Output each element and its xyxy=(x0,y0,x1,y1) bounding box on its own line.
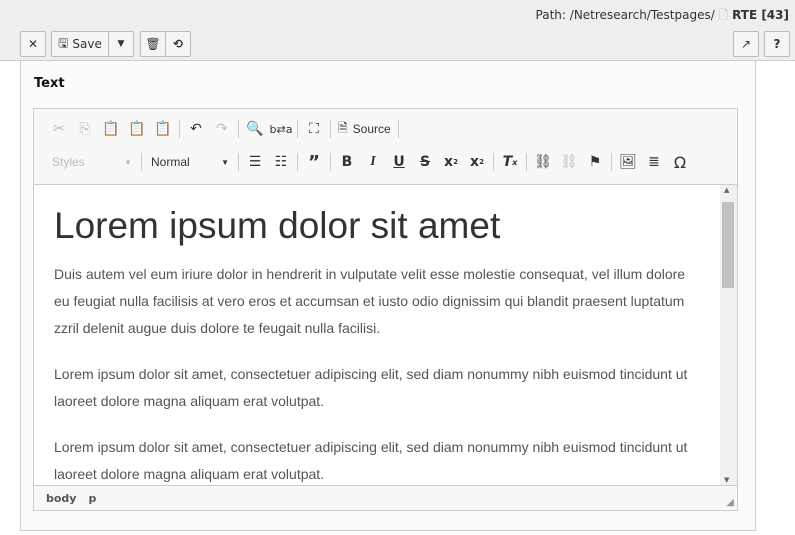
maximize-icon[interactable]: ⛶ xyxy=(301,117,327,141)
paste-text-icon[interactable]: 📋 xyxy=(124,117,150,141)
breadcrumb: Path: /Netresearch/Testpages/ 🗋 RTE [43] xyxy=(535,8,789,22)
page-icon: 🗋 xyxy=(718,8,729,22)
editor-content[interactable]: Lorem ipsum dolor sit amet Duis autem ve… xyxy=(34,184,720,485)
redo-icon[interactable]: ↷ xyxy=(209,117,235,141)
replace-icon[interactable]: b⇄a xyxy=(268,117,294,141)
source-icon: 🗎 xyxy=(338,120,348,135)
anchor-flag-icon[interactable]: ⚑ xyxy=(582,150,608,174)
field-label: Text xyxy=(34,76,65,91)
separator xyxy=(526,153,527,171)
save-dropdown-button[interactable]: ▼ xyxy=(108,31,134,57)
path-item-body[interactable]: body xyxy=(46,492,76,505)
scrollbar[interactable]: ▲ ▼ xyxy=(720,184,737,485)
special-char-icon[interactable]: Ω xyxy=(667,150,693,174)
separator xyxy=(297,153,298,171)
separator xyxy=(493,153,494,171)
separator xyxy=(330,153,331,171)
close-icon: ✕ xyxy=(27,37,39,51)
path-item-p[interactable]: p xyxy=(88,492,96,505)
format-dropdown[interactable]: Normal ▼ xyxy=(145,155,235,169)
rich-text-editor: ✂ ⎘ 📋 📋 📋 ↶ ↷ 🔍 b⇄a ⛶ 🗎 Source Styles ▼ No… xyxy=(33,108,738,511)
elements-path: body p ◢ xyxy=(34,485,737,510)
trash-icon: 🗑 xyxy=(145,37,161,51)
delete-button[interactable]: 🗑 xyxy=(140,31,166,57)
separator xyxy=(611,153,612,171)
content-heading: Lorem ipsum dolor sit amet xyxy=(54,205,501,246)
bulleted-list-icon[interactable]: ☷ xyxy=(268,150,294,174)
unlink-icon[interactable]: ⛓ xyxy=(556,150,582,174)
external-link-icon: ↗ xyxy=(740,37,752,51)
copy-icon[interactable]: ⎘ xyxy=(72,117,98,141)
source-button[interactable]: 🗎 Source xyxy=(334,117,395,141)
undo-icon[interactable]: ↶ xyxy=(183,117,209,141)
separator xyxy=(179,120,180,138)
cut-icon[interactable]: ✂ xyxy=(46,117,72,141)
help-button[interactable]: ? xyxy=(764,31,790,57)
italic-icon[interactable]: I xyxy=(360,150,386,174)
form-panel: Text ✂ ⎘ 📋 📋 📋 ↶ ↷ 🔍 b⇄a ⛶ 🗎 Source Style… xyxy=(20,61,756,531)
caret-down-icon: ▼ xyxy=(117,39,125,49)
scrollbar-thumb[interactable] xyxy=(722,202,734,288)
content-paragraph: Lorem ipsum dolor sit amet, consectetuer… xyxy=(54,439,688,482)
history-button[interactable]: ⟲ xyxy=(165,31,191,57)
scroll-down-icon[interactable]: ▼ xyxy=(724,476,729,484)
horizontal-rule-icon[interactable]: ≣ xyxy=(641,150,667,174)
bold-icon[interactable]: B xyxy=(334,150,360,174)
underline-icon[interactable]: U xyxy=(386,150,412,174)
separator xyxy=(330,120,331,138)
separator xyxy=(238,120,239,138)
content-paragraph: Lorem ipsum dolor sit amet, consectetuer… xyxy=(54,366,688,409)
subscript-icon[interactable]: x2 xyxy=(438,150,464,174)
paste-icon[interactable]: 📋 xyxy=(98,117,124,141)
image-icon[interactable]: 🖼 xyxy=(615,150,641,174)
floppy-icon: 🖫 xyxy=(58,35,69,50)
resize-handle-icon[interactable]: ◢ xyxy=(726,497,734,508)
superscript-icon[interactable]: x2 xyxy=(464,150,490,174)
doc-header: Path: /Netresearch/Testpages/ 🗋 RTE [43]… xyxy=(0,0,795,61)
open-new-window-button[interactable]: ↗ xyxy=(733,31,759,57)
close-button[interactable]: ✕ xyxy=(20,31,46,57)
content-paragraph: Duis autem vel eum iriure dolor in hendr… xyxy=(54,266,686,336)
separator xyxy=(141,153,142,171)
numbered-list-icon[interactable]: ☰ xyxy=(242,150,268,174)
styles-dropdown[interactable]: Styles ▼ xyxy=(46,155,138,169)
separator xyxy=(238,153,239,171)
paste-word-icon[interactable]: 📋 xyxy=(150,117,176,141)
remove-format-icon[interactable]: Tx xyxy=(497,150,523,174)
separator xyxy=(297,120,298,138)
strikethrough-icon[interactable]: S xyxy=(412,150,438,174)
link-icon[interactable]: ⛓ xyxy=(530,150,556,174)
history-icon: ⟲ xyxy=(172,37,184,51)
separator xyxy=(397,120,399,138)
scroll-up-icon[interactable]: ▲ xyxy=(724,186,729,194)
find-icon[interactable]: 🔍 xyxy=(242,117,268,141)
save-button[interactable]: 🖫 Save xyxy=(51,31,109,57)
blockquote-icon[interactable]: ” xyxy=(301,150,327,174)
